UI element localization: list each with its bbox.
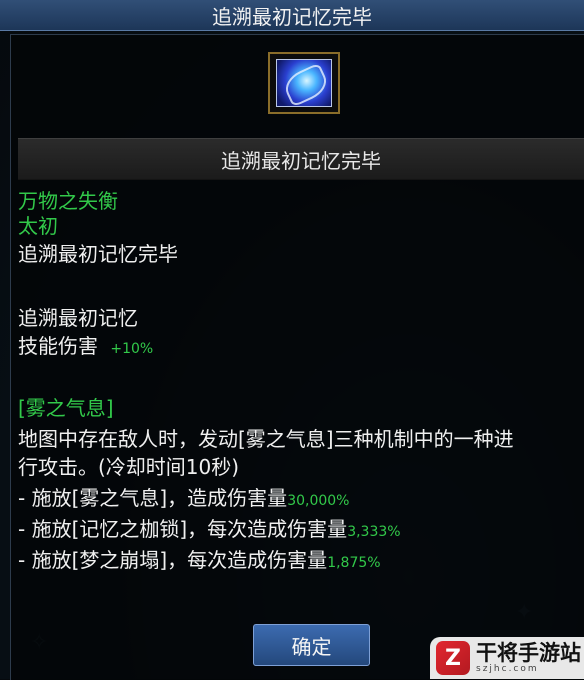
skill-name: [雾之气息]: [18, 396, 114, 420]
watermark-title: 干将手游站: [476, 641, 581, 665]
site-watermark: Z 干将手游站 szjhc.com: [430, 637, 584, 679]
watermark-url: szjhc.com: [476, 664, 539, 674]
stat-value: +10%: [110, 341, 154, 357]
effect-value: 1,875%: [327, 555, 381, 571]
skill-description-line: 地图中存在敌人时，发动[雾之气息]三种机制中的一种进: [18, 427, 514, 451]
item-title-line: 追溯最初记忆完毕: [18, 242, 178, 266]
effect-bullet-1: - 施放[雾之气息]，造成伤害量30,000%: [18, 486, 349, 513]
category-line: 万物之失衡: [18, 189, 118, 213]
watermark-text: 干将手游站 szjhc.com: [476, 642, 581, 674]
item-icon-slot[interactable]: [268, 52, 340, 114]
window-title: 追溯最初记忆完毕: [212, 4, 372, 29]
effect-value: 3,333%: [347, 524, 401, 540]
skill-description-line: 行攻击。(冷却时间10秒): [18, 455, 240, 479]
swirl-skill-icon: [276, 59, 332, 107]
window-title-bar[interactable]: 追溯最初记忆完毕: [0, 0, 584, 31]
confirm-button[interactable]: 确定: [253, 624, 370, 666]
effect-text: - 施放[雾之气息]，造成伤害量: [18, 486, 288, 510]
item-name: 追溯最初记忆完毕: [221, 148, 381, 173]
effect-text: - 施放[梦之崩塌]，每次造成伤害量: [18, 548, 328, 572]
site-logo-icon: Z: [436, 641, 470, 675]
stat-label: 技能伤害: [18, 334, 98, 358]
effect-bullet-3: - 施放[梦之崩塌]，每次造成伤害量1,875%: [18, 548, 381, 575]
effect-bullet-2: - 施放[记忆之枷锁]，每次造成伤害量3,333%: [18, 517, 401, 544]
subcategory-line: 太初: [18, 214, 58, 238]
item-name-bar: 追溯最初记忆完毕: [18, 138, 584, 180]
buff-title: 追溯最初记忆: [18, 306, 138, 330]
stat-row: 技能伤害 +10%: [18, 334, 153, 361]
effect-value: 30,000%: [287, 493, 350, 509]
effect-text: - 施放[记忆之枷锁]，每次造成伤害量: [18, 517, 348, 541]
